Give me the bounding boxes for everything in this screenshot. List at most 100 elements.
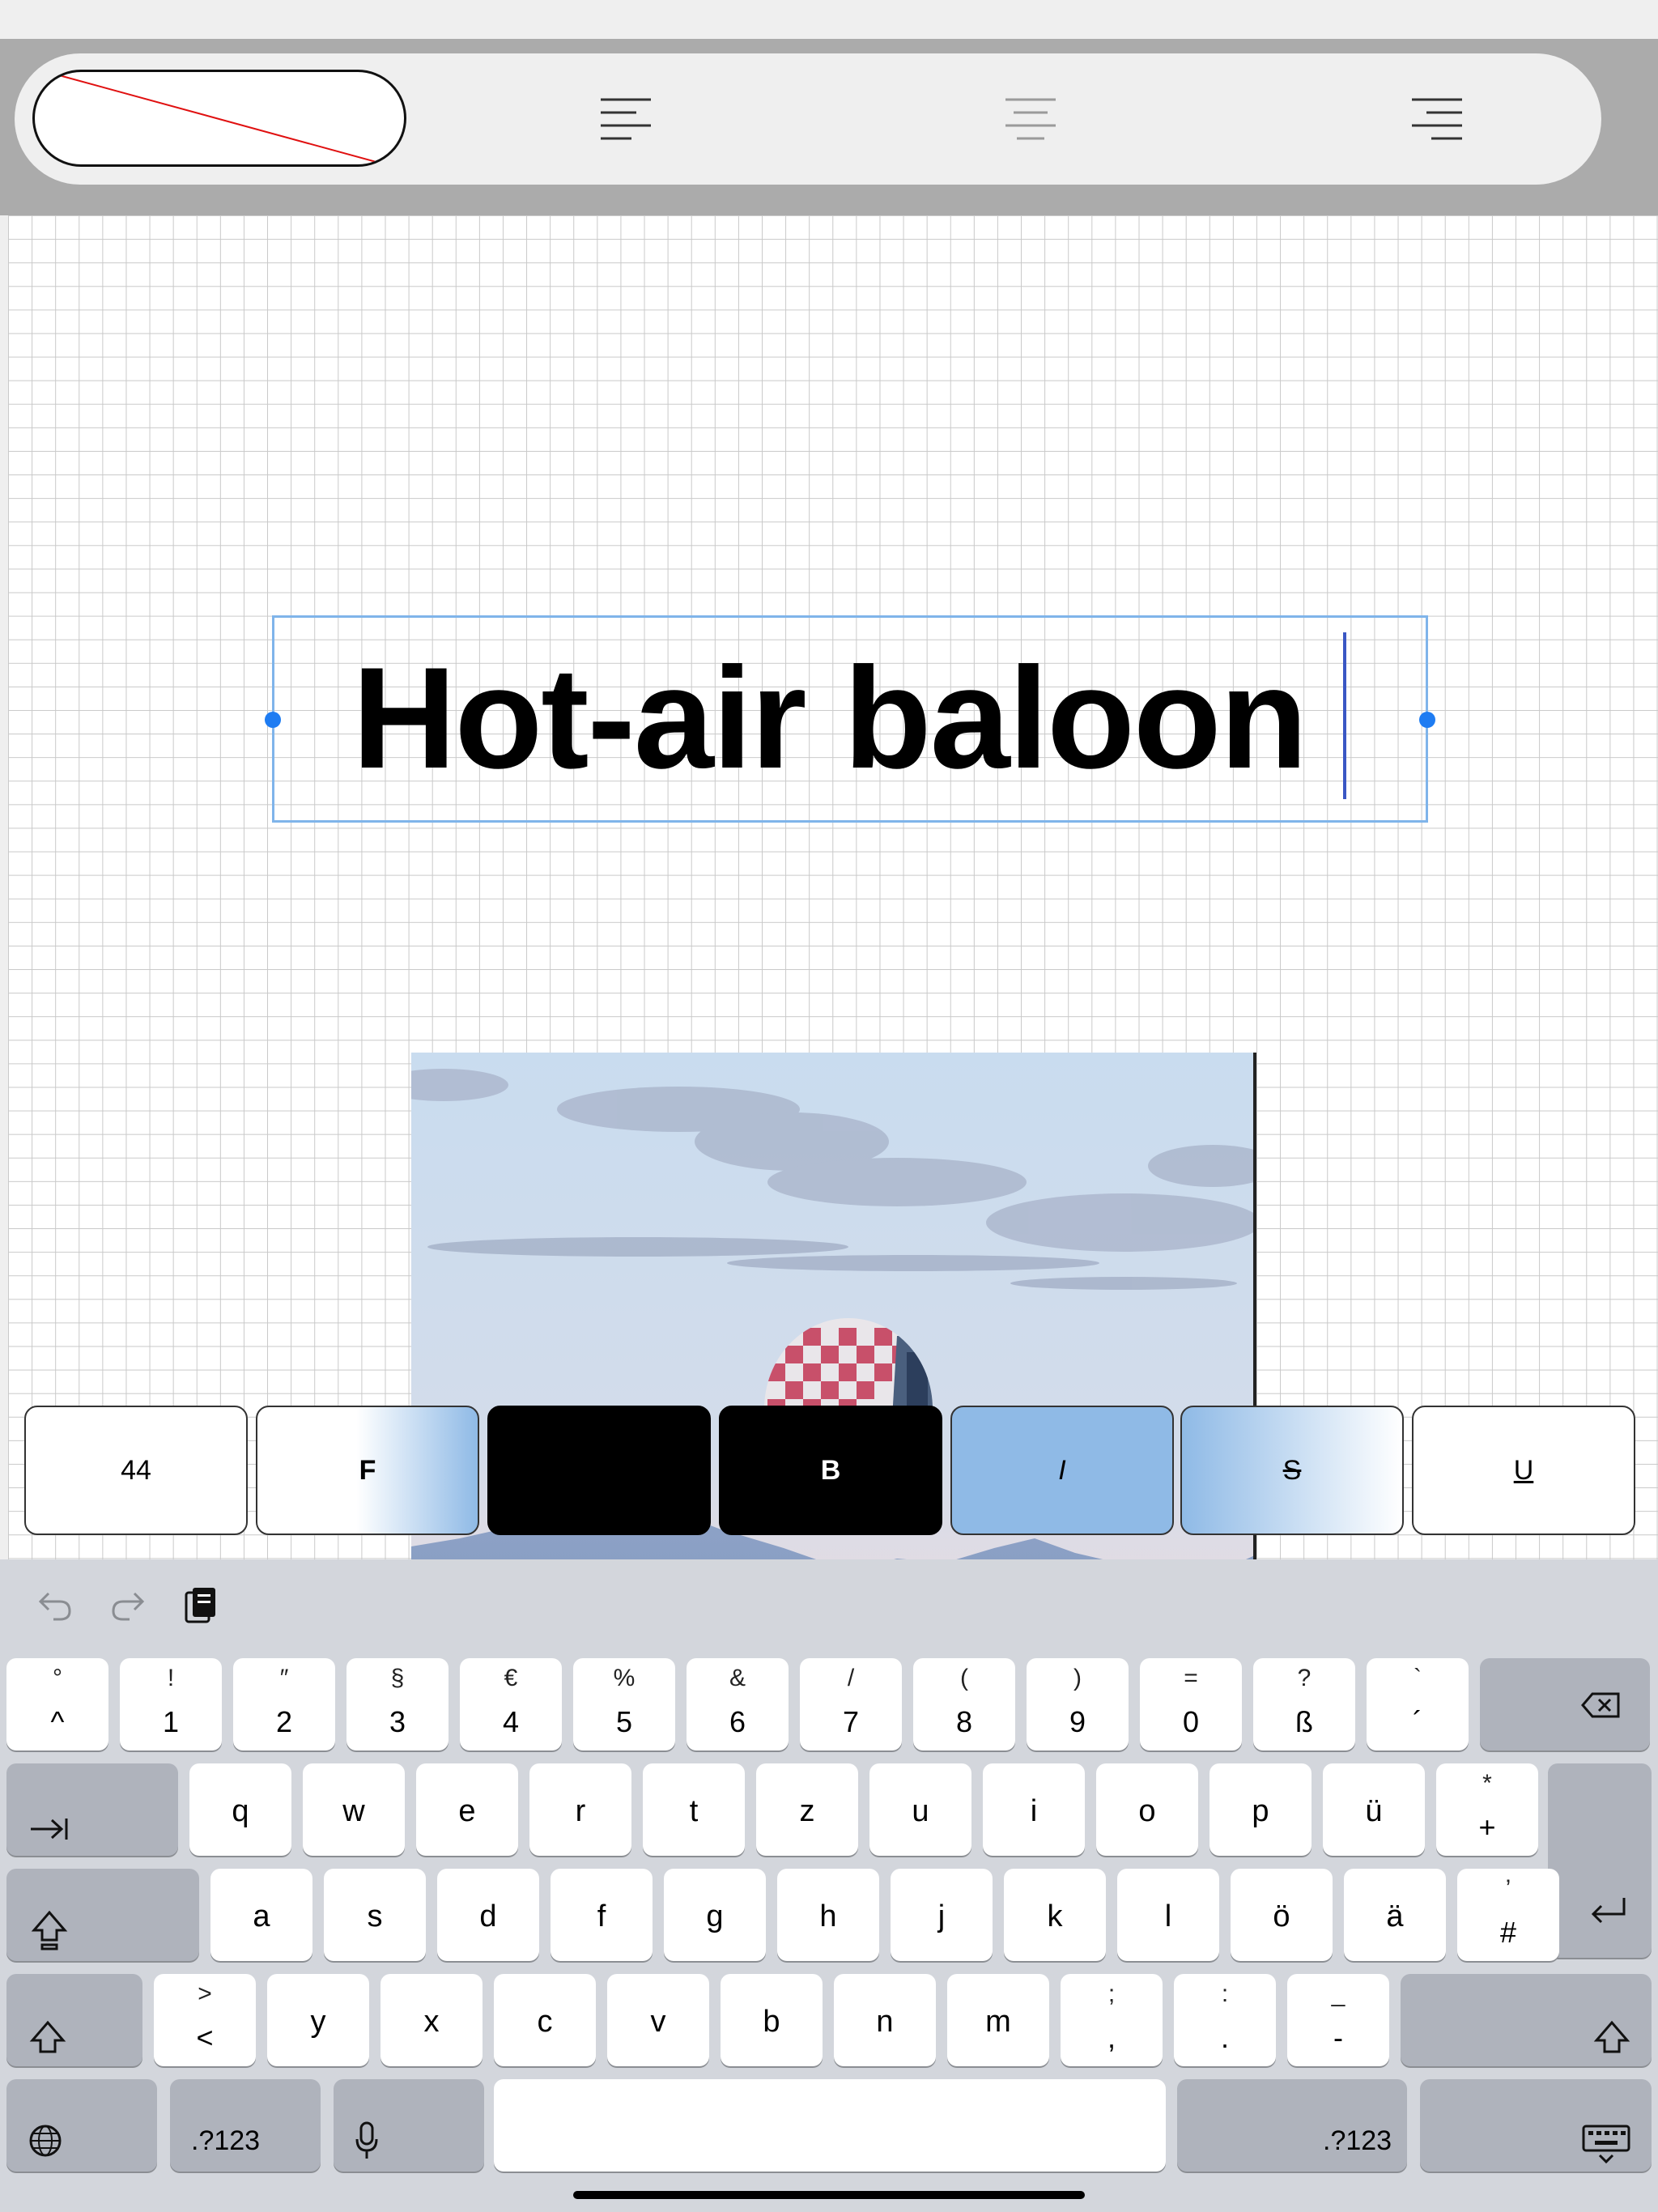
key-k[interactable]: k [1004, 1869, 1106, 1961]
globe-key[interactable] [6, 2079, 157, 2172]
caps-lock-icon [31, 1910, 68, 1950]
key-r[interactable]: r [529, 1763, 631, 1856]
key-shift-label: & [729, 1665, 746, 1691]
text-color-black-button[interactable] [487, 1406, 711, 1535]
align-right-button[interactable] [1401, 84, 1473, 154]
bold-label: B [820, 1454, 841, 1486]
key-g[interactable]: g [664, 1869, 766, 1961]
key-shift-label: _ [1331, 1980, 1346, 2007]
key-n[interactable]: n [834, 1974, 936, 2066]
key-v[interactable]: v [607, 1974, 709, 2066]
key-^[interactable]: ° ^ [6, 1658, 108, 1750]
delete-key[interactable] [1480, 1658, 1650, 1750]
shift-key-right[interactable] [1401, 1974, 1652, 2066]
key-e[interactable]: e [416, 1763, 518, 1856]
title-text[interactable]: Hot-air baloon [352, 626, 1307, 810]
key-+[interactable]: * + [1436, 1763, 1538, 1856]
key-label: 1 [162, 1705, 180, 1738]
key-,[interactable]: ;, [1061, 1974, 1163, 2066]
key-ä[interactable]: ä [1344, 1869, 1446, 1961]
key-<[interactable]: > < [154, 1974, 256, 2066]
key-z[interactable]: z [756, 1763, 858, 1856]
key-label: a [253, 1899, 270, 1933]
align-left-button[interactable] [589, 84, 662, 154]
undo-button[interactable] [32, 1582, 78, 1627]
key-m[interactable]: m [947, 1974, 1049, 2066]
key-x[interactable]: x [380, 1974, 483, 2066]
key-9[interactable]: ) 9 [1027, 1658, 1129, 1750]
key-i[interactable]: i [983, 1763, 1085, 1856]
numbers-key-right[interactable]: .?123 [1177, 2079, 1407, 2172]
key-5[interactable]: % 5 [573, 1658, 675, 1750]
resize-handle-left[interactable] [265, 712, 281, 728]
key-w[interactable]: w [303, 1763, 405, 1856]
key-f[interactable]: f [551, 1869, 653, 1961]
align-right-icon [1412, 98, 1462, 140]
home-indicator [573, 2191, 1085, 2199]
key-6[interactable]: & 6 [687, 1658, 789, 1750]
key-ö[interactable]: ö [1231, 1869, 1333, 1961]
backspace-icon [1581, 1692, 1620, 1718]
key-ü[interactable]: ü [1323, 1763, 1425, 1856]
key-shift-label: ! [167, 1665, 175, 1691]
key-label: z [799, 1794, 815, 1828]
key-shift-label: € [504, 1665, 518, 1691]
key-y[interactable]: y [267, 1974, 369, 2066]
key-c[interactable]: c [494, 1974, 596, 2066]
key-3[interactable]: § 3 [346, 1658, 449, 1750]
italic-button[interactable]: I [950, 1406, 1174, 1535]
shift-key-left[interactable] [6, 1974, 142, 2066]
key-7[interactable]: /7 [800, 1658, 902, 1750]
key-label: < [196, 2021, 214, 2054]
key-1[interactable]: ! 1 [120, 1658, 222, 1750]
font-button[interactable]: F [256, 1406, 479, 1535]
key-4[interactable]: €4 [460, 1658, 562, 1750]
hide-keyboard-key[interactable] [1420, 2079, 1652, 2172]
key-q[interactable]: q [189, 1763, 291, 1856]
key-d[interactable]: d [437, 1869, 539, 1961]
return-key[interactable] [1548, 1763, 1652, 1958]
title-textbox[interactable]: Hot-air baloon [265, 615, 1435, 823]
key-h[interactable]: h [777, 1869, 879, 1961]
key-´[interactable]: ` ´ [1367, 1658, 1469, 1750]
space-bar[interactable] [494, 2079, 1166, 2172]
key-#[interactable]: ’ # [1457, 1869, 1559, 1961]
key-a[interactable]: a [210, 1869, 312, 1961]
key-t[interactable]: t [643, 1763, 745, 1856]
key-ß[interactable]: ? ß [1253, 1658, 1355, 1750]
dictation-key[interactable] [334, 2079, 484, 2172]
key--[interactable]: _ - [1287, 1974, 1389, 2066]
key-8[interactable]: (8 [913, 1658, 1015, 1750]
key-label: 9 [1069, 1705, 1086, 1738]
return-icon [1591, 1898, 1626, 1924]
key-shift-label: ( [960, 1665, 968, 1691]
key-o[interactable]: o [1096, 1763, 1198, 1856]
key-.[interactable]: :. [1174, 1974, 1276, 2066]
key-label: x [423, 2005, 440, 2039]
key-p[interactable]: p [1209, 1763, 1312, 1856]
numbers-key-left[interactable]: .?123 [170, 2079, 321, 2172]
font-size-button[interactable]: 44 [24, 1406, 248, 1535]
keyboard-dismiss-icon [1582, 2125, 1630, 2164]
bold-button[interactable]: B [719, 1406, 942, 1535]
text-color-swatch[interactable] [32, 70, 406, 167]
key-j[interactable]: j [891, 1869, 993, 1961]
app-root: Hot-air baloon 44 F B I S U ° ^ ! 1 ″ 2 … [0, 0, 1658, 2212]
redo-button[interactable] [105, 1582, 151, 1627]
strikethrough-button[interactable]: S [1180, 1406, 1404, 1535]
key-u[interactable]: u [869, 1763, 971, 1856]
tab-key[interactable] [6, 1763, 178, 1856]
keyboard-shortcut-bar [0, 1559, 1658, 1648]
resize-handle-right[interactable] [1419, 712, 1435, 728]
key-label: + [1478, 1810, 1496, 1844]
key-b[interactable]: b [721, 1974, 823, 2066]
document-canvas[interactable]: Hot-air baloon [8, 215, 1658, 1781]
paste-button[interactable] [178, 1582, 223, 1627]
key-0[interactable]: = 0 [1140, 1658, 1242, 1750]
underline-button[interactable]: U [1412, 1406, 1635, 1535]
key-2[interactable]: ″ 2 [233, 1658, 335, 1750]
key-s[interactable]: s [324, 1869, 426, 1961]
key-l[interactable]: l [1117, 1869, 1219, 1961]
caps-lock-key[interactable] [6, 1869, 199, 1961]
align-center-button[interactable] [994, 84, 1067, 154]
